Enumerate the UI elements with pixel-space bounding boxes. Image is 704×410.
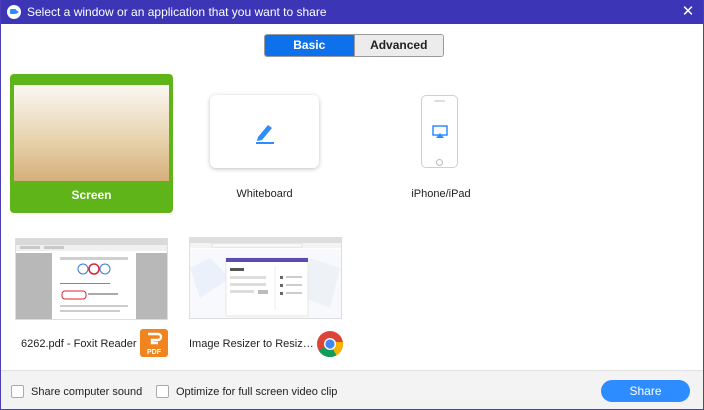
window-title: Select a window or an application that y… (27, 5, 327, 19)
airplay-icon (432, 125, 448, 138)
checkbox-box[interactable] (11, 385, 24, 398)
share-option-screen[interactable]: Screen (10, 74, 173, 213)
share-option-iphone[interactable] (421, 95, 458, 168)
share-button[interactable]: Share (601, 380, 690, 402)
foxit-window-preview (16, 239, 167, 319)
window-thumbnail-foxit[interactable] (15, 238, 168, 320)
home-button-decoration (436, 159, 443, 166)
iphone-label: iPhone/iPad (411, 188, 471, 200)
share-mode-tabs: Basic Advanced (264, 34, 444, 57)
title-bar: Select a window or an application that y… (1, 0, 703, 24)
share-sound-label: Share computer sound (31, 385, 143, 398)
footer-bar: Share computer sound Optimize for full s… (1, 370, 703, 409)
pdf-badge-text: PDF (147, 349, 162, 356)
pen-icon (256, 125, 274, 144)
speaker-decoration (434, 100, 445, 102)
checkbox-box[interactable] (156, 385, 169, 398)
tab-advanced[interactable]: Advanced (353, 35, 443, 56)
tab-basic[interactable]: Basic (265, 35, 354, 56)
window-label-foxit: 6262.pdf - Foxit Reader (21, 338, 137, 350)
whiteboard-label: Whiteboard (236, 188, 293, 200)
foxit-pdf-icon: PDF (140, 329, 168, 357)
window-thumbnail-chrome[interactable] (189, 237, 342, 319)
share-option-whiteboard[interactable] (210, 95, 319, 168)
optimize-video-label: Optimize for full screen video clip (176, 385, 338, 398)
optimize-video-checkbox[interactable]: Optimize for full screen video clip (156, 385, 337, 398)
share-dialog: Select a window or an application that y… (0, 0, 704, 410)
zoom-app-icon (7, 5, 21, 19)
chrome-icon (317, 331, 344, 358)
window-label-chrome: Image Resizer to Resize a... (189, 338, 317, 350)
screen-label: Screen (71, 188, 112, 202)
share-sound-checkbox[interactable]: Share computer sound (11, 385, 142, 398)
chrome-window-preview (190, 238, 341, 318)
close-button[interactable]: ✕ (679, 3, 697, 21)
screen-preview (14, 85, 169, 181)
